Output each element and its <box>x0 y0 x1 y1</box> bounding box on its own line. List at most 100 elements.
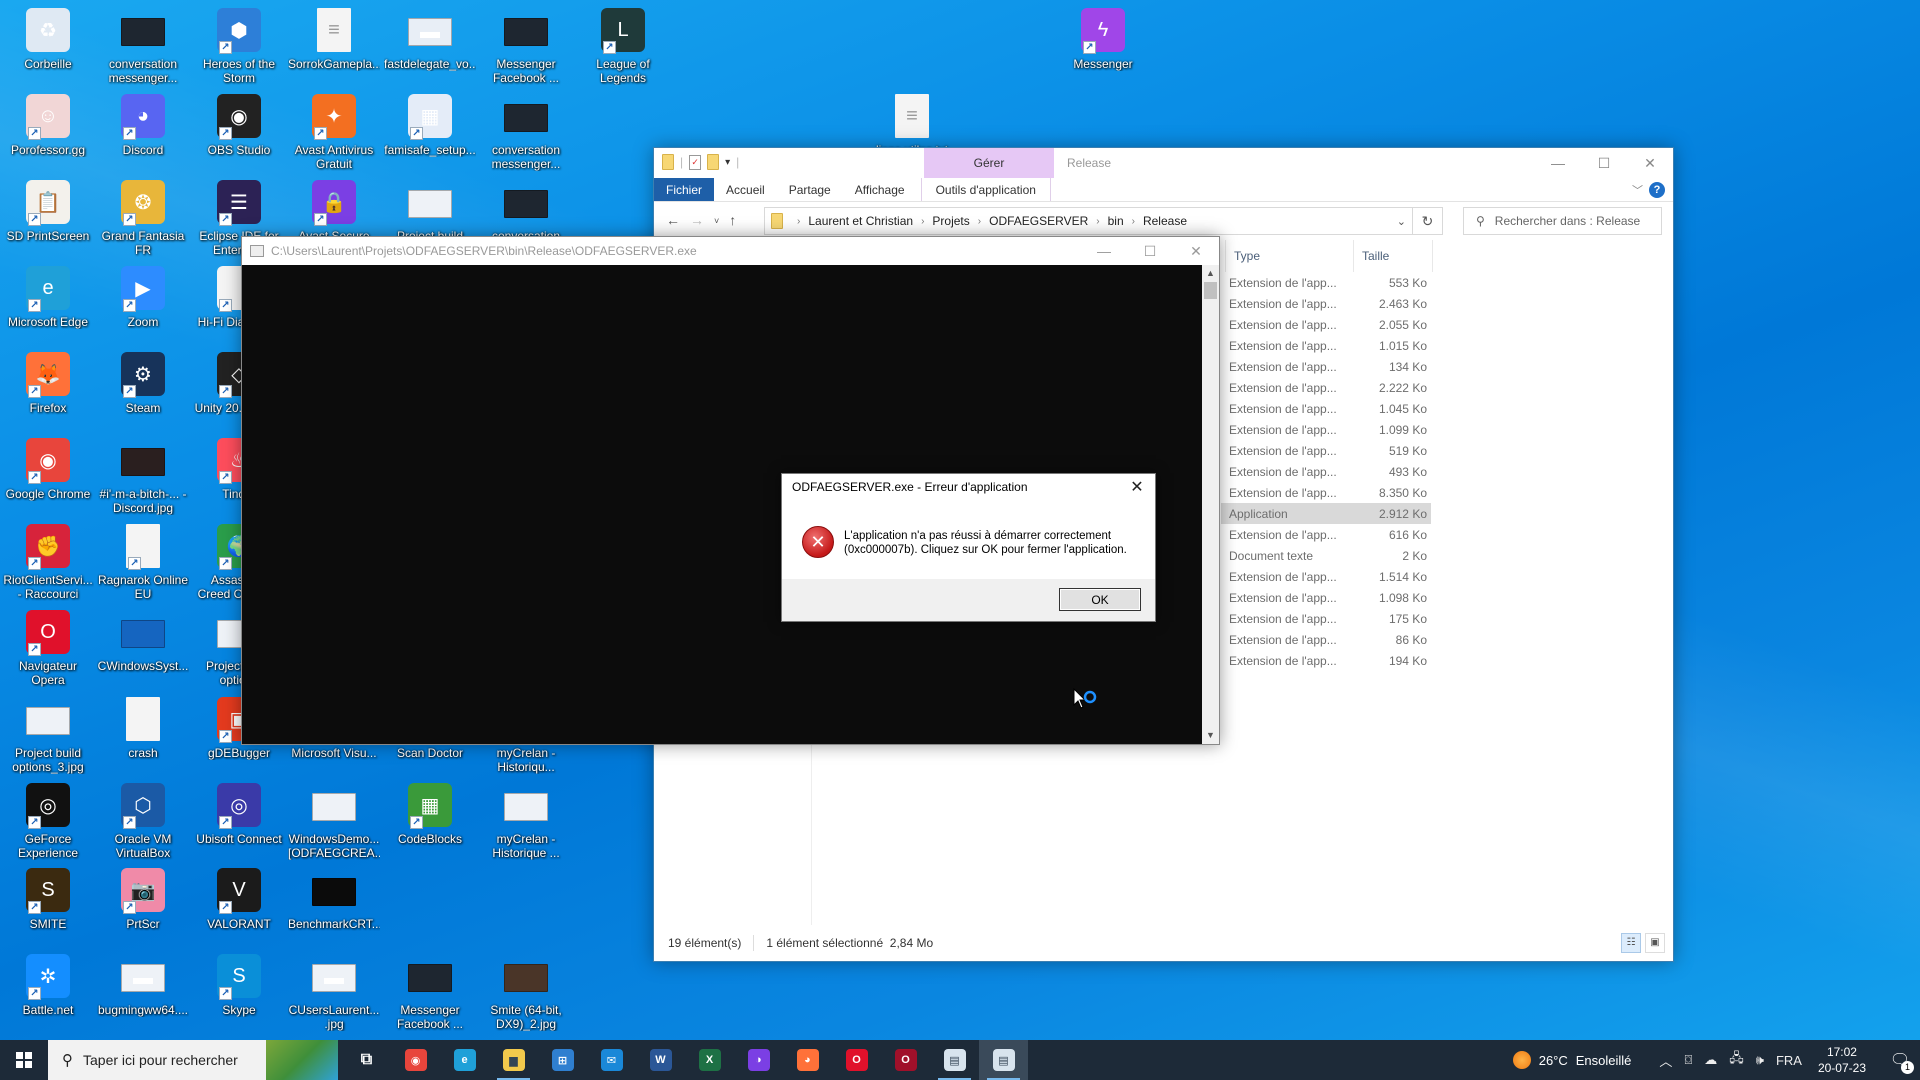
explorer-title-bar[interactable]: | ✓ ▾ | Gérer Release — ☐ ✕ <box>654 148 1673 178</box>
desktop-icon[interactable]: #i'-m-a-bitch-... - Discord.jpg <box>97 438 189 515</box>
address-dropdown-icon[interactable]: ⌄ <box>1397 215 1406 228</box>
file-row[interactable]: Extension de l'app... 1.098 Ko <box>1221 587 1431 608</box>
desktop-icon[interactable]: conversation messenger... <box>97 8 189 85</box>
file-row[interactable]: Extension de l'app... 194 Ko <box>1221 650 1431 671</box>
column-header-size[interactable]: Taille <box>1353 240 1433 272</box>
desktop-icon[interactable]: ◎ ↗ Ubisoft Connect <box>193 783 285 846</box>
desktop-icon[interactable]: WindowsDemo... [ODFAEGCREA... <box>288 783 380 860</box>
desktop-icon[interactable]: ☺ ↗ Porofessor.gg <box>2 94 94 157</box>
taskbar-app-edge[interactable]: e <box>440 1040 489 1080</box>
taskbar-search-box[interactable]: ⚲ Taper ici pour rechercher <box>48 1040 338 1080</box>
desktop-icon[interactable]: ⬢ ↗ Heroes of the Storm <box>193 8 285 85</box>
desktop-icon[interactable]: ♻ Corbeille <box>2 8 94 71</box>
volume-icon[interactable]: 🕪 <box>1756 1052 1764 1068</box>
desktop-icon[interactable]: ⚙ ↗ Steam <box>97 352 189 415</box>
desktop-icon[interactable]: CWindowsSyst... <box>97 610 189 673</box>
show-hidden-icons-chevron-icon[interactable]: ︿ <box>1659 1051 1672 1070</box>
desktop-icon[interactable]: Project build options_3.jpg <box>2 697 94 774</box>
desktop-icon[interactable]: BenchmarkCRT... <box>288 868 380 931</box>
desktop-icon[interactable]: 📷 ↗ PrtScr <box>97 868 189 931</box>
file-row[interactable]: Extension de l'app... 1.045 Ko <box>1221 398 1431 419</box>
desktop-icon[interactable]: ✊ ↗ RiotClientServi... - Raccourci <box>2 524 94 601</box>
taskbar-app-excel[interactable]: X <box>685 1040 734 1080</box>
file-row[interactable]: Extension de l'app... 1.015 Ko <box>1221 335 1431 356</box>
file-row[interactable]: Extension de l'app... 2.055 Ko <box>1221 314 1431 335</box>
desktop-icon[interactable]: ❂ ↗ Grand Fantasia FR <box>97 180 189 257</box>
desktop-icon[interactable]: ✲ ↗ Battle.net <box>2 954 94 1017</box>
column-header-type[interactable]: Type <box>1225 240 1353 272</box>
tab-affichage[interactable]: Affichage <box>843 178 917 201</box>
input-language[interactable]: FRA <box>1776 1053 1802 1068</box>
file-row[interactable]: Extension de l'app... 1.099 Ko <box>1221 419 1431 440</box>
desktop-icon[interactable]: myCrelan - Historique ... <box>480 783 572 860</box>
taskbar-app-file-explorer[interactable]: ▆ <box>489 1040 538 1080</box>
file-row[interactable]: Extension de l'app... 616 Ko <box>1221 524 1431 545</box>
tab-accueil[interactable]: Accueil <box>714 178 777 201</box>
weather-widget[interactable]: 26°C Ensoleillé <box>1512 1051 1631 1069</box>
taskbar-app-opera-gx[interactable]: O <box>881 1040 930 1080</box>
close-button[interactable]: ✕ <box>1173 237 1219 265</box>
breadcrumb-item[interactable]: bin <box>1108 214 1124 228</box>
taskbar-app-mail[interactable]: ✉ <box>587 1040 636 1080</box>
desktop-icon[interactable]: S ↗ Skype <box>193 954 285 1017</box>
search-box[interactable]: ⚲ Rechercher dans : Release <box>1463 207 1662 235</box>
console-title-bar[interactable]: C:\Users\Laurent\Projets\ODFAEGSERVER\bi… <box>242 237 1219 265</box>
customize-toolbar-icon[interactable]: ▾ <box>725 157 730 168</box>
taskbar-app-avast-secure-browser[interactable]: ◑ <box>734 1040 783 1080</box>
desktop-icon[interactable]: Messenger Facebook ... <box>480 8 572 85</box>
file-row[interactable]: Extension de l'app... 8.350 Ko <box>1221 482 1431 503</box>
desktop-icon[interactable]: ⬡ ↗ Oracle VM VirtualBox <box>97 783 189 860</box>
desktop-icon[interactable]: conversation <box>480 180 572 243</box>
address-bar[interactable]: › Laurent et Christian › Projets › ODFAEGS… <box>764 207 1443 235</box>
desktop-icon[interactable]: Smite (64-bit, DX9)_2.jpg <box>480 954 572 1031</box>
close-button[interactable]: ✕ <box>1627 148 1673 178</box>
forward-arrow-icon[interactable]: → <box>690 212 704 230</box>
expand-ribbon-icon[interactable]: ﹀ <box>1632 182 1643 198</box>
tab-partage[interactable]: Partage <box>777 178 843 201</box>
taskbar-app-console-window[interactable]: ▤ <box>979 1040 1028 1080</box>
breadcrumb-item[interactable]: Projets <box>932 214 969 228</box>
desktop-icon[interactable]: crash <box>97 697 189 760</box>
file-row[interactable]: Extension de l'app... 519 Ko <box>1221 440 1431 461</box>
breadcrumb-item[interactable]: ODFAEGSERVER <box>989 214 1088 228</box>
desktop-icon[interactable]: 🔒↗Avast Secure <box>288 180 380 243</box>
desktop-icon[interactable]: Project build <box>384 180 476 243</box>
desktop-icon[interactable]: ▦ ↗ CodeBlocks <box>384 783 476 846</box>
taskbar-app-chrome[interactable]: ◉ <box>391 1040 440 1080</box>
file-row[interactable]: Extension de l'app... 493 Ko <box>1221 461 1431 482</box>
up-arrow-icon[interactable]: ↑ <box>729 212 736 230</box>
desktop-icon[interactable]: ◉ ↗ Google Chrome <box>2 438 94 501</box>
scroll-up-icon[interactable]: ▲ <box>1202 265 1219 282</box>
maximize-button[interactable]: ☐ <box>1581 148 1627 178</box>
breadcrumb-item[interactable]: Release <box>1143 214 1187 228</box>
details-view-icon[interactable]: ☷ <box>1621 933 1641 953</box>
file-row[interactable]: Document texte 2 Ko <box>1221 545 1431 566</box>
desktop-icon[interactable]: ϟ ↗ Messenger <box>1057 8 1149 71</box>
desktop-icon[interactable]: L ↗ League of Legends <box>577 8 669 85</box>
desktop-icon[interactable]: ◕ ↗ Discord <box>97 94 189 157</box>
file-row[interactable]: Extension de l'app... 86 Ko <box>1221 629 1431 650</box>
desktop-icon[interactable]: ◉ ↗ OBS Studio <box>193 94 285 157</box>
desktop-icon[interactable]: ≡ SorrokGamepla... <box>288 8 380 71</box>
taskbar-app-microsoft-store[interactable]: ⊞ <box>538 1040 587 1080</box>
camera-icon[interactable]: ⌼ <box>1684 1052 1692 1068</box>
recent-locations-icon[interactable]: ˅ <box>714 212 719 230</box>
onedrive-icon[interactable]: ☁ <box>1704 1052 1717 1068</box>
back-arrow-icon[interactable]: ← <box>666 212 680 230</box>
taskbar-app-explorer-window[interactable]: ▤ <box>930 1040 979 1080</box>
file-row[interactable]: Extension de l'app... 175 Ko <box>1221 608 1431 629</box>
maximize-button[interactable]: ☐ <box>1127 237 1173 265</box>
desktop-icon[interactable]: ▬ CUsersLaurent... .jpg <box>288 954 380 1031</box>
scroll-down-icon[interactable]: ▼ <box>1202 727 1219 744</box>
desktop-icon[interactable]: 📋 ↗ SD PrintScreen <box>2 180 94 243</box>
desktop-icon[interactable]: V ↗ VALORANT <box>193 868 285 931</box>
file-row[interactable]: Extension de l'app... 553 Ko <box>1221 272 1431 293</box>
new-folder-icon[interactable] <box>707 154 720 170</box>
properties-icon[interactable]: ✓ <box>689 154 702 170</box>
clock[interactable]: 17:02 20-07-23 <box>1818 1044 1866 1076</box>
error-dialog[interactable]: ODFAEGSERVER.exe - Erreur d'application … <box>781 473 1156 622</box>
desktop-icon[interactable]: ✦ ↗ Avast Antivirus Gratuit <box>288 94 380 171</box>
start-button[interactable] <box>0 1040 48 1080</box>
taskbar-app-opera[interactable]: O <box>832 1040 881 1080</box>
file-row[interactable]: Extension de l'app... 2.222 Ko <box>1221 377 1431 398</box>
